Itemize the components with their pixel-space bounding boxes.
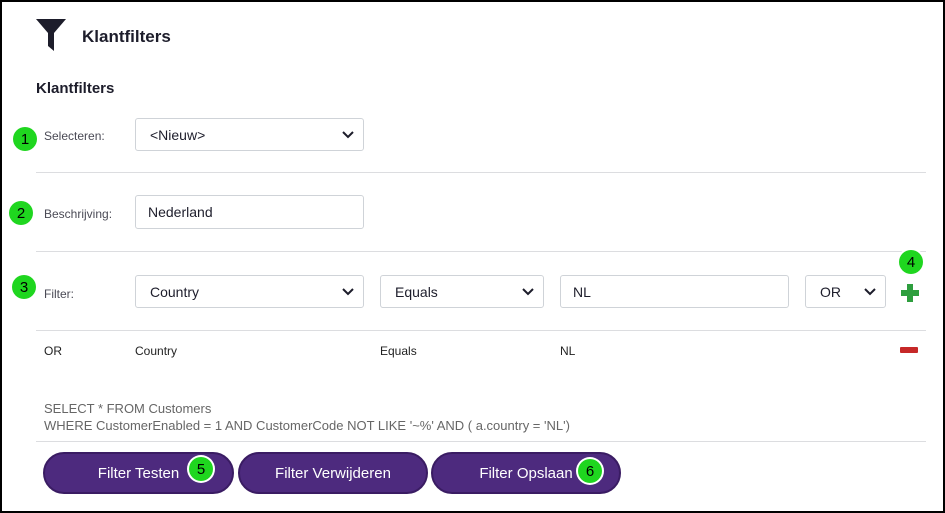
select-label: Selecteren: [44, 129, 105, 143]
condition-operator: Equals [380, 344, 417, 358]
section-title: Klantfilters [36, 80, 115, 97]
condition-value: NL [560, 344, 576, 358]
operator-select-value: Equals [395, 283, 438, 300]
divider [36, 172, 926, 173]
logic-select-value: OR [820, 283, 841, 300]
divider [36, 441, 926, 442]
chevron-down-icon [521, 285, 535, 299]
annotation-badge-3: 3 [12, 275, 36, 299]
logic-select[interactable]: OR [805, 275, 886, 308]
field-select[interactable]: Country [135, 275, 364, 308]
operator-select[interactable]: Equals [380, 275, 544, 308]
sql-line-1: SELECT * FROM Customers [44, 401, 212, 416]
app-window: Klantfilters Klantfilters 1 Selecteren: … [0, 0, 945, 513]
description-input-value: Nederland [148, 204, 213, 220]
field-select-value: Country [150, 283, 200, 300]
annotation-badge-2: 2 [9, 201, 33, 225]
description-input[interactable]: Nederland [135, 195, 364, 229]
annotation-badge-1: 1 [13, 127, 37, 151]
filter-label: Filter: [44, 287, 74, 301]
condition-logic: OR [44, 344, 62, 358]
annotation-badge-5: 5 [189, 457, 213, 481]
filter-value-input-value: NL [573, 283, 591, 300]
filter-icon [36, 19, 66, 51]
filter-value-input[interactable]: NL [560, 275, 789, 308]
delete-filter-button[interactable]: Filter Verwijderen [238, 452, 428, 494]
annotation-badge-6: 6 [578, 459, 602, 483]
divider [36, 251, 926, 252]
filter-select-dropdown[interactable]: <Nieuw> [135, 118, 364, 151]
add-condition-icon[interactable] [901, 284, 919, 302]
chevron-down-icon [341, 285, 355, 299]
remove-condition-icon[interactable] [900, 347, 918, 353]
description-label: Beschrijving: [44, 207, 113, 221]
chevron-down-icon [341, 128, 355, 142]
divider [36, 330, 926, 331]
page-title: Klantfilters [82, 27, 171, 46]
annotation-badge-4: 4 [899, 250, 923, 274]
condition-field: Country [135, 344, 178, 358]
chevron-down-icon [863, 285, 877, 299]
filter-select-value: <Nieuw> [150, 126, 206, 143]
sql-preview: SELECT * FROM Customers WHERE CustomerEn… [44, 400, 570, 434]
sql-line-2: WHERE CustomerEnabled = 1 AND CustomerCo… [44, 418, 570, 433]
